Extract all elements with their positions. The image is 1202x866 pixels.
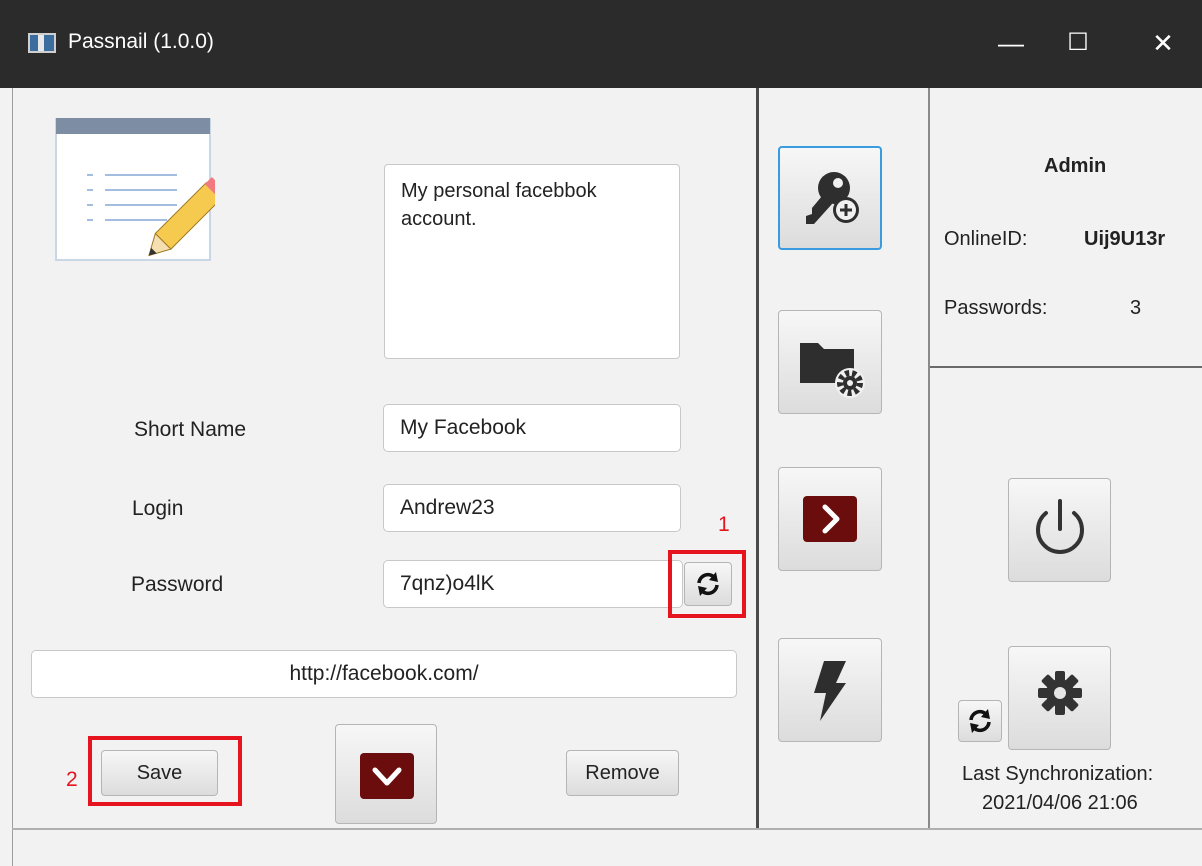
app-icon	[28, 33, 56, 53]
folder-gear-icon	[800, 343, 865, 398]
add-password-button[interactable]	[778, 146, 882, 250]
short-name-field[interactable]: My Facebook	[383, 404, 681, 452]
power-icon	[1035, 499, 1084, 554]
title-bar: Passnail (1.0.0) — ☐ ✕	[0, 0, 1202, 88]
right-panel-divider	[928, 88, 930, 830]
online-id-value: Uij9U13r	[1084, 228, 1166, 250]
settings-button[interactable]	[1008, 646, 1111, 750]
refresh-icon	[969, 709, 991, 733]
notepad-pencil-icon	[55, 117, 228, 278]
maximize-button[interactable]: ☐	[1055, 20, 1101, 66]
folder-settings-button[interactable]	[778, 310, 882, 414]
sync-button[interactable]	[958, 700, 1002, 742]
description-textarea[interactable]: My personal facebbok account.	[384, 164, 680, 359]
forward-button[interactable]	[778, 467, 882, 571]
short-name-label: Short Name	[134, 418, 247, 441]
last-sync-label: Last Synchronization:	[962, 763, 1154, 785]
online-id-label: OnlineID:	[944, 228, 1028, 250]
key-add-icon	[806, 172, 859, 224]
login-field[interactable]: Andrew23	[383, 484, 681, 532]
annotation-number-2: 2	[66, 768, 78, 791]
refresh-icon	[697, 572, 719, 596]
passwords-label: Passwords:	[944, 297, 1048, 319]
chevron-down-icon	[360, 753, 414, 799]
login-label: Login	[132, 497, 184, 520]
gear-icon	[1037, 671, 1082, 715]
status-bar-divider	[12, 828, 1202, 830]
remove-button[interactable]: Remove	[566, 750, 679, 796]
password-field[interactable]: 7qnz)o4lK	[383, 560, 683, 608]
lightning-icon	[814, 661, 846, 721]
user-panel-divider	[930, 366, 1202, 368]
last-sync-value: 2021/04/06 21:06	[982, 792, 1138, 814]
password-label: Password	[131, 573, 224, 596]
left-panel-divider	[756, 88, 759, 830]
passwords-count: 3	[1130, 297, 1142, 319]
chevron-right-icon	[803, 496, 857, 542]
url-field[interactable]: http://facebook.com/	[31, 650, 737, 698]
regenerate-password-button[interactable]	[684, 562, 732, 606]
annotation-number-1: 1	[718, 513, 730, 536]
user-name: Admin	[1044, 155, 1107, 177]
save-button[interactable]: Save	[101, 750, 218, 796]
expand-button[interactable]	[335, 724, 437, 824]
logout-button[interactable]	[1008, 478, 1111, 582]
close-button[interactable]: ✕	[1140, 20, 1186, 66]
minimize-button[interactable]: —	[988, 20, 1034, 66]
window-title: Passnail (1.0.0)	[68, 30, 214, 53]
quick-action-button[interactable]	[778, 638, 882, 742]
